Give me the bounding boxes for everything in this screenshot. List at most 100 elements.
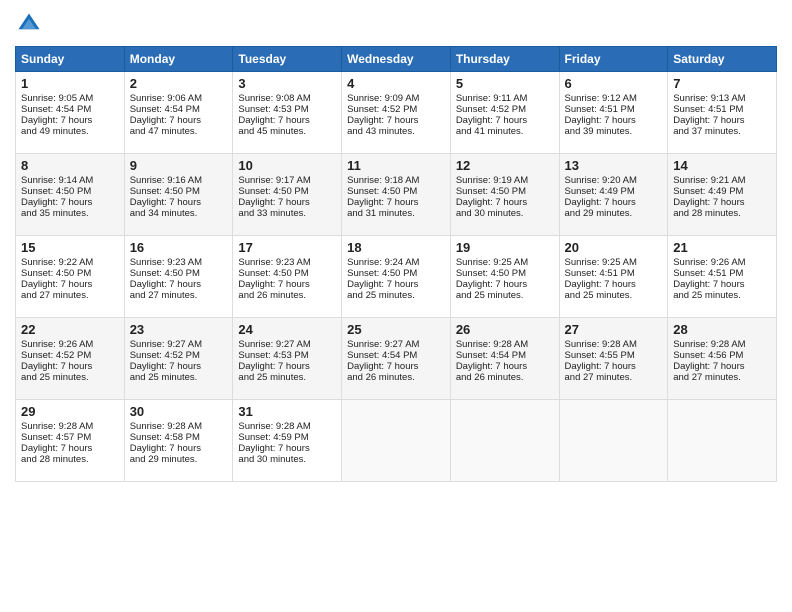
- day-detail: Daylight: 7 hours: [456, 361, 554, 372]
- day-detail: Daylight: 7 hours: [130, 115, 228, 126]
- day-detail: Daylight: 7 hours: [565, 115, 663, 126]
- day-number: 31: [238, 404, 336, 419]
- day-detail: Sunset: 4:51 PM: [565, 268, 663, 279]
- day-cell: 4 Sunrise: 9:09 AMSunset: 4:52 PMDaylight…: [342, 72, 451, 154]
- day-detail: Sunset: 4:50 PM: [21, 268, 119, 279]
- day-number: 1: [21, 76, 119, 91]
- day-number: 27: [565, 322, 663, 337]
- logo: [15, 10, 47, 38]
- day-detail: Sunset: 4:50 PM: [347, 186, 445, 197]
- header-row: SundayMondayTuesdayWednesdayThursdayFrid…: [16, 47, 777, 72]
- day-detail: and 26 minutes.: [456, 372, 554, 383]
- day-detail: Daylight: 7 hours: [456, 279, 554, 290]
- day-detail: Sunset: 4:50 PM: [238, 268, 336, 279]
- day-detail: and 27 minutes.: [673, 372, 771, 383]
- day-detail: and 25 minutes.: [130, 372, 228, 383]
- day-detail: Daylight: 7 hours: [565, 361, 663, 372]
- day-cell: 26Sunrise: 9:28 AMSunset: 4:54 PMDayligh…: [450, 318, 559, 400]
- col-header-monday: Monday: [124, 47, 233, 72]
- day-cell: 27Sunrise: 9:28 AMSunset: 4:55 PMDayligh…: [559, 318, 668, 400]
- day-cell: 29Sunrise: 9:28 AMSunset: 4:57 PMDayligh…: [16, 400, 125, 482]
- page-container: SundayMondayTuesdayWednesdayThursdayFrid…: [0, 0, 792, 492]
- day-detail: Sunrise: 9:08 AM: [238, 93, 336, 104]
- day-cell: 9Sunrise: 9:16 AMSunset: 4:50 PMDaylight…: [124, 154, 233, 236]
- day-detail: Daylight: 7 hours: [456, 115, 554, 126]
- day-detail: Sunset: 4:50 PM: [130, 268, 228, 279]
- col-header-wednesday: Wednesday: [342, 47, 451, 72]
- logo-icon: [15, 10, 43, 38]
- day-detail: Sunset: 4:49 PM: [565, 186, 663, 197]
- day-detail: and 25 minutes.: [21, 372, 119, 383]
- day-number: 18: [347, 240, 445, 255]
- day-detail: Daylight: 7 hours: [21, 197, 119, 208]
- day-detail: Sunset: 4:56 PM: [673, 350, 771, 361]
- day-detail: Sunset: 4:52 PM: [347, 104, 445, 115]
- day-detail: Sunrise: 9:17 AM: [238, 175, 336, 186]
- day-detail: and 25 minutes.: [673, 290, 771, 301]
- day-detail: and 49 minutes.: [21, 126, 119, 137]
- day-detail: Sunrise: 9:18 AM: [347, 175, 445, 186]
- day-detail: Sunrise: 9:24 AM: [347, 257, 445, 268]
- day-detail: Sunrise: 9:05 AM: [21, 93, 119, 104]
- day-number: 16: [130, 240, 228, 255]
- day-cell: 12Sunrise: 9:19 AMSunset: 4:50 PMDayligh…: [450, 154, 559, 236]
- day-detail: Sunset: 4:57 PM: [21, 432, 119, 443]
- day-detail: Daylight: 7 hours: [21, 115, 119, 126]
- day-detail: and 47 minutes.: [130, 126, 228, 137]
- day-number: 21: [673, 240, 771, 255]
- day-number: 30: [130, 404, 228, 419]
- day-number: 13: [565, 158, 663, 173]
- day-cell: 18Sunrise: 9:24 AMSunset: 4:50 PMDayligh…: [342, 236, 451, 318]
- day-detail: and 33 minutes.: [238, 208, 336, 219]
- day-detail: Sunset: 4:50 PM: [238, 186, 336, 197]
- day-detail: Daylight: 7 hours: [673, 197, 771, 208]
- day-detail: Sunrise: 9:25 AM: [456, 257, 554, 268]
- day-detail: Sunrise: 9:26 AM: [21, 339, 119, 350]
- day-number: 5: [456, 76, 554, 91]
- day-detail: Sunrise: 9:09 AM: [347, 93, 445, 104]
- day-detail: Sunrise: 9:19 AM: [456, 175, 554, 186]
- day-cell: 16Sunrise: 9:23 AMSunset: 4:50 PMDayligh…: [124, 236, 233, 318]
- day-cell: 13Sunrise: 9:20 AMSunset: 4:49 PMDayligh…: [559, 154, 668, 236]
- day-detail: Daylight: 7 hours: [238, 115, 336, 126]
- day-detail: Sunrise: 9:12 AM: [565, 93, 663, 104]
- day-detail: Sunrise: 9:25 AM: [565, 257, 663, 268]
- day-cell: 3Sunrise: 9:08 AMSunset: 4:53 PMDaylight…: [233, 72, 342, 154]
- day-cell: 8Sunrise: 9:14 AMSunset: 4:50 PMDaylight…: [16, 154, 125, 236]
- day-number: 4: [347, 76, 445, 91]
- day-detail: and 39 minutes.: [565, 126, 663, 137]
- day-detail: Daylight: 7 hours: [347, 115, 445, 126]
- day-cell: 25Sunrise: 9:27 AMSunset: 4:54 PMDayligh…: [342, 318, 451, 400]
- day-detail: Sunrise: 9:20 AM: [565, 175, 663, 186]
- day-cell: 19Sunrise: 9:25 AMSunset: 4:50 PMDayligh…: [450, 236, 559, 318]
- day-detail: Daylight: 7 hours: [130, 279, 228, 290]
- week-row-4: 29Sunrise: 9:28 AMSunset: 4:57 PMDayligh…: [16, 400, 777, 482]
- day-number: 15: [21, 240, 119, 255]
- day-number: 2: [130, 76, 228, 91]
- day-cell: 20Sunrise: 9:25 AMSunset: 4:51 PMDayligh…: [559, 236, 668, 318]
- day-detail: Daylight: 7 hours: [238, 279, 336, 290]
- day-number: 10: [238, 158, 336, 173]
- day-detail: and 26 minutes.: [347, 372, 445, 383]
- day-detail: Sunset: 4:54 PM: [456, 350, 554, 361]
- col-header-tuesday: Tuesday: [233, 47, 342, 72]
- day-number: 3: [238, 76, 336, 91]
- day-detail: and 34 minutes.: [130, 208, 228, 219]
- day-detail: Daylight: 7 hours: [21, 361, 119, 372]
- day-number: 24: [238, 322, 336, 337]
- day-cell: 6Sunrise: 9:12 AMSunset: 4:51 PMDaylight…: [559, 72, 668, 154]
- day-number: 29: [21, 404, 119, 419]
- day-detail: Sunrise: 9:28 AM: [130, 421, 228, 432]
- header: [15, 10, 777, 38]
- day-detail: Sunset: 4:50 PM: [456, 186, 554, 197]
- day-number: 25: [347, 322, 445, 337]
- day-cell: 22Sunrise: 9:26 AMSunset: 4:52 PMDayligh…: [16, 318, 125, 400]
- day-cell: 11Sunrise: 9:18 AMSunset: 4:50 PMDayligh…: [342, 154, 451, 236]
- day-cell: 17Sunrise: 9:23 AMSunset: 4:50 PMDayligh…: [233, 236, 342, 318]
- day-detail: Sunrise: 9:28 AM: [21, 421, 119, 432]
- day-cell: [668, 400, 777, 482]
- col-header-sunday: Sunday: [16, 47, 125, 72]
- day-detail: and 25 minutes.: [456, 290, 554, 301]
- day-detail: Sunset: 4:50 PM: [130, 186, 228, 197]
- day-cell: [559, 400, 668, 482]
